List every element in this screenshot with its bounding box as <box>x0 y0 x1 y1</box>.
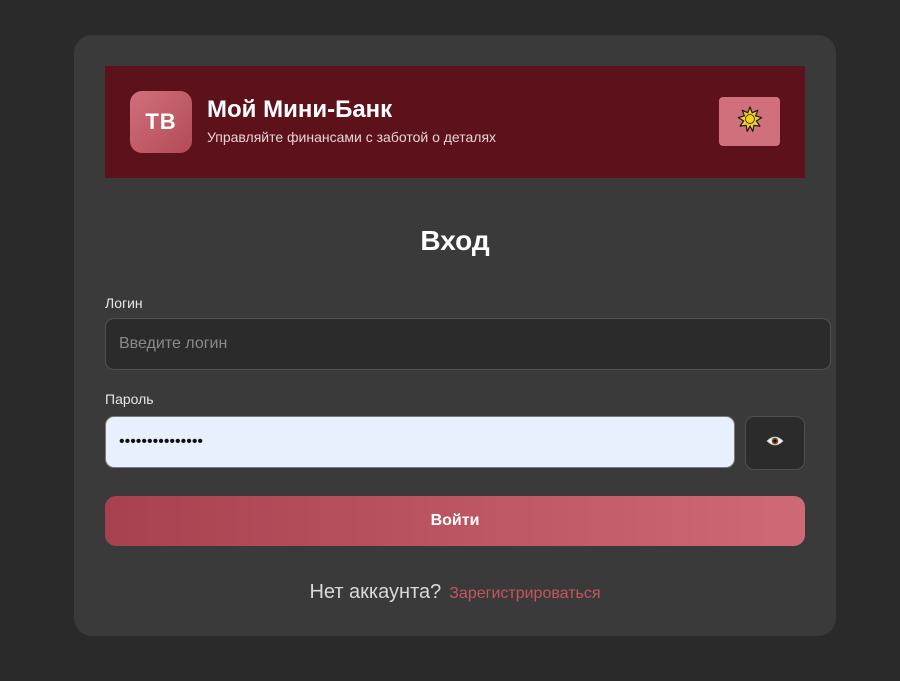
sun-icon <box>737 106 763 137</box>
eye-icon <box>766 434 784 452</box>
register-link[interactable]: Зарегистрироваться <box>449 585 600 602</box>
app-logo: ТВ <box>130 91 192 153</box>
app-subtitle: Управляйте финансами с заботой о деталях <box>207 129 497 145</box>
login-card: ТВ Мой Мини-Банк Управляйте финансами с … <box>74 35 836 636</box>
login-label: Логин <box>105 295 143 311</box>
no-account-text: Нет аккаунта? <box>309 581 442 603</box>
app-header: ТВ Мой Мини-Банк Управляйте финансами с … <box>105 66 805 178</box>
form-title: Вход <box>420 225 490 256</box>
show-password-button[interactable] <box>745 416 805 470</box>
theme-toggle-button[interactable] <box>719 97 780 146</box>
login-submit-button[interactable]: Войти <box>105 496 805 546</box>
password-input[interactable] <box>105 416 735 468</box>
register-prompt: Нет аккаунта? Зарегистрироваться <box>74 581 836 604</box>
login-input[interactable] <box>105 318 831 370</box>
password-label: Пароль <box>105 391 154 407</box>
app-title: Мой Мини-Банк <box>207 96 393 123</box>
